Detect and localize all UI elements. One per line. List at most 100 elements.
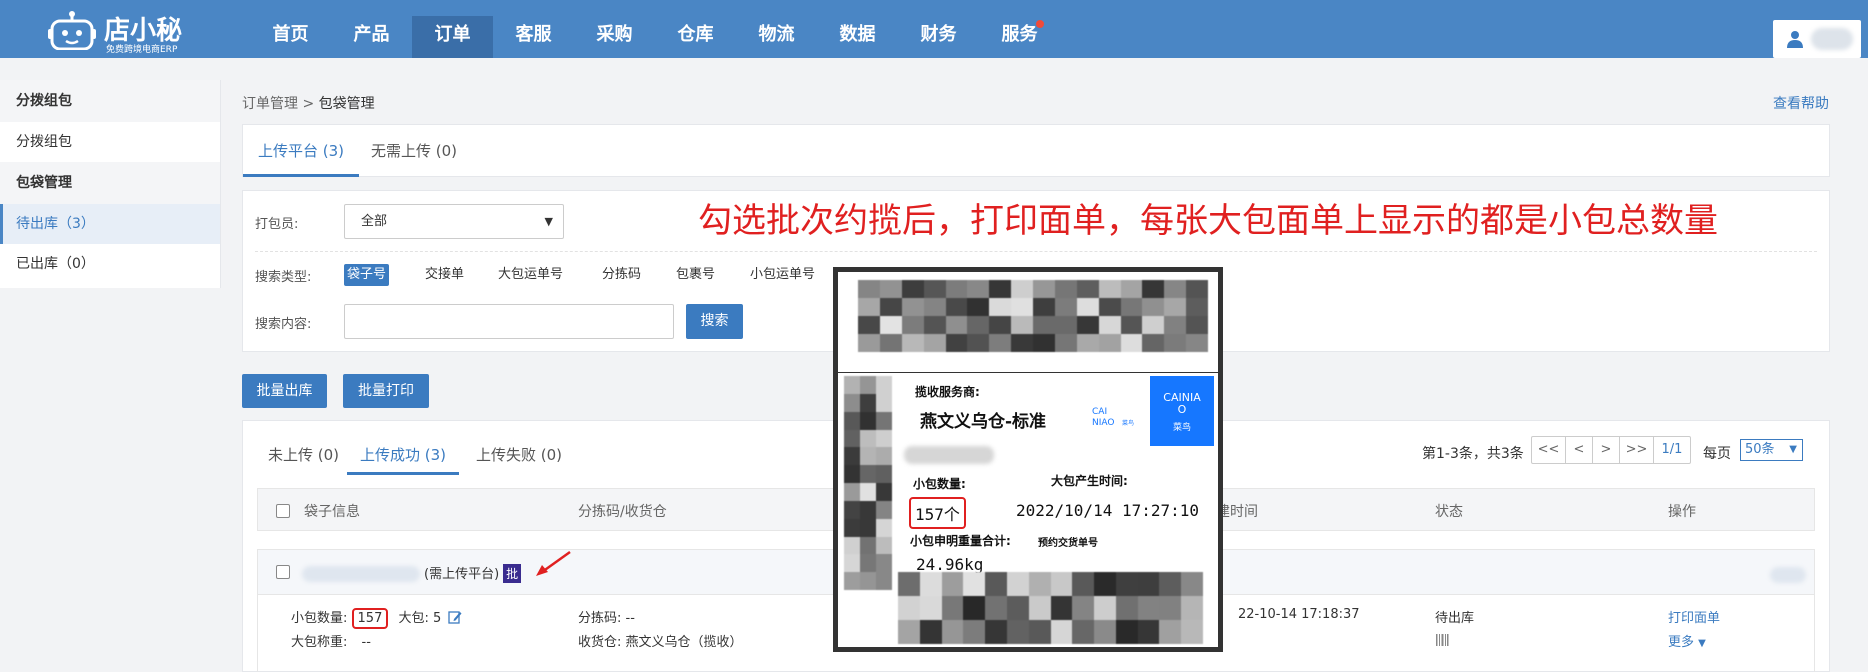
mosaic-cell xyxy=(1137,572,1160,596)
barcode-icon[interactable] xyxy=(1435,633,1449,647)
search-type-bag-no[interactable]: 袋子号 xyxy=(344,264,390,286)
more-actions-link[interactable]: 更多 ▼ xyxy=(1668,631,1706,650)
mosaic-cell xyxy=(1011,280,1033,298)
batch-outbound-button[interactable]: 批量出库 xyxy=(242,374,327,408)
mosaic-cell xyxy=(1098,298,1121,316)
pagination-summary: 第1-3条，共3条 xyxy=(1422,446,1524,462)
mosaic-cell xyxy=(844,465,860,483)
sidebar-item-distribution-packing[interactable]: 分拨组包 xyxy=(0,122,220,162)
red-arrow-icon xyxy=(536,550,571,576)
mosaic-cell xyxy=(1006,572,1029,596)
batch-print-button[interactable]: 批量打印 xyxy=(343,374,429,408)
nav-warehouse[interactable]: 仓库 xyxy=(655,16,736,58)
mosaic-cell xyxy=(1054,280,1077,298)
mosaic-cell xyxy=(1137,596,1160,620)
search-type-sort-code[interactable]: 分拣码 xyxy=(599,264,644,286)
mosaic-cell xyxy=(1115,572,1138,596)
svg-text:菜鸟: 菜鸟 xyxy=(1122,419,1134,427)
print-label-link[interactable]: 打印面单 xyxy=(1668,607,1720,626)
mosaic-cell xyxy=(879,316,902,334)
per-page-select[interactable]: 50条 ▼ xyxy=(1740,439,1803,461)
mosaic-cell xyxy=(844,393,860,412)
mosaic-cell xyxy=(923,280,946,298)
nav-finance[interactable]: 财务 xyxy=(898,16,979,58)
mosaic-cell xyxy=(879,298,902,316)
label-handover-label: 预约交货单号 xyxy=(1038,538,1098,549)
sidebar-item-shipped[interactable]: 已出库（0） xyxy=(0,244,220,284)
search-type-small-waybill[interactable]: 小包运单号 xyxy=(747,264,818,286)
mosaic-cell xyxy=(1164,316,1187,334)
bag-upload-note: (需上传平台) 批 xyxy=(424,563,522,583)
nav-purchasing[interactable]: 采购 xyxy=(574,16,655,58)
packer-select-value: 全部 xyxy=(361,214,388,229)
nav-services[interactable]: 服务 xyxy=(979,16,1060,58)
label-small-qty-value: 157个 xyxy=(909,497,966,529)
breadcrumb-parent[interactable]: 订单管理 xyxy=(242,96,298,112)
header-bag-info: 袋子信息 xyxy=(304,504,360,520)
nav-customer-service[interactable]: 客服 xyxy=(493,16,574,58)
mosaic-cell xyxy=(1033,280,1055,298)
app-logo[interactable]: 店小秘 免费跨境电商ERP xyxy=(48,4,188,55)
mosaic-cell xyxy=(876,447,892,466)
mosaic-cell xyxy=(1076,316,1099,334)
page-next-button[interactable]: > xyxy=(1593,437,1620,463)
mosaic-cell xyxy=(901,334,924,352)
mosaic-cell xyxy=(876,500,892,519)
tab-upload-failed[interactable]: 上传失败 (0) xyxy=(463,435,575,475)
small-qty-label: 小包数量: xyxy=(291,611,348,626)
user-name-redacted xyxy=(1811,28,1853,50)
mosaic-cell xyxy=(844,429,860,448)
mosaic-cell xyxy=(941,596,964,620)
nav-orders[interactable]: 订单 xyxy=(412,16,493,58)
page-last-button[interactable]: >> xyxy=(1620,437,1654,463)
mosaic-cell xyxy=(860,483,876,501)
nav-products[interactable]: 产品 xyxy=(331,16,412,58)
mosaic-cell xyxy=(858,298,880,316)
mosaic-cell xyxy=(963,596,986,620)
mosaic-cell xyxy=(1186,334,1208,352)
edit-icon[interactable] xyxy=(448,610,462,624)
tab-upload-success[interactable]: 上传成功 (3) xyxy=(347,435,460,475)
mosaic-cell xyxy=(923,316,946,334)
user-menu[interactable] xyxy=(1773,20,1861,58)
search-button[interactable]: 搜索 xyxy=(686,304,743,339)
label-divider xyxy=(838,372,1218,373)
mosaic-cell xyxy=(945,298,968,316)
search-input[interactable] xyxy=(344,304,674,339)
page-first-button[interactable]: << xyxy=(1532,437,1566,463)
big-bag-value: 5 xyxy=(433,611,442,626)
mosaic-cell xyxy=(901,280,924,298)
mosaic-cell xyxy=(898,620,920,644)
cainiao-logo-sub: 菜鸟 xyxy=(1172,423,1191,433)
main-nav: 首页 产品 订单 客服 采购 仓库 物流 数据 财务 服务 xyxy=(250,16,1060,58)
page-prev-button[interactable]: < xyxy=(1566,437,1593,463)
mosaic-cell xyxy=(1120,334,1143,352)
breadcrumb: 订单管理 > 包袋管理 xyxy=(242,93,375,113)
row-checkbox[interactable] xyxy=(276,565,290,579)
tab-no-upload[interactable]: 无需上传 (0) xyxy=(356,125,472,177)
nav-home[interactable]: 首页 xyxy=(250,16,331,58)
tab-upload-platform[interactable]: 上传平台 (3) xyxy=(243,125,360,177)
mosaic-cell xyxy=(858,280,880,298)
search-type-handover[interactable]: 交接单 xyxy=(422,264,467,286)
user-icon xyxy=(1787,31,1803,48)
search-type-package-no[interactable]: 包裹号 xyxy=(673,264,718,286)
mosaic-cell xyxy=(1142,316,1165,334)
search-type-big-bag-waybill[interactable]: 大包运单号 xyxy=(495,264,566,286)
help-link[interactable]: 查看帮助 xyxy=(1773,93,1829,113)
mosaic-cell xyxy=(844,447,860,466)
mosaic-cell xyxy=(1120,316,1143,334)
breadcrumb-current: 包袋管理 xyxy=(318,96,375,112)
mosaic-cell xyxy=(989,280,1012,298)
mosaic-cell xyxy=(1011,298,1033,316)
bag-number-redacted xyxy=(302,566,420,582)
nav-data[interactable]: 数据 xyxy=(817,16,898,58)
mosaic-cell xyxy=(1028,596,1051,620)
packer-select[interactable]: 全部 ▼ xyxy=(344,204,564,239)
mosaic-cell xyxy=(985,596,1007,620)
sidebar-item-pending-outbound[interactable]: 待出库（3） xyxy=(0,204,220,244)
select-all-checkbox[interactable] xyxy=(276,504,290,518)
tab-not-uploaded[interactable]: 未上传 (0) xyxy=(255,435,352,475)
nav-logistics[interactable]: 物流 xyxy=(736,16,817,58)
mosaic-cell xyxy=(1186,280,1208,298)
